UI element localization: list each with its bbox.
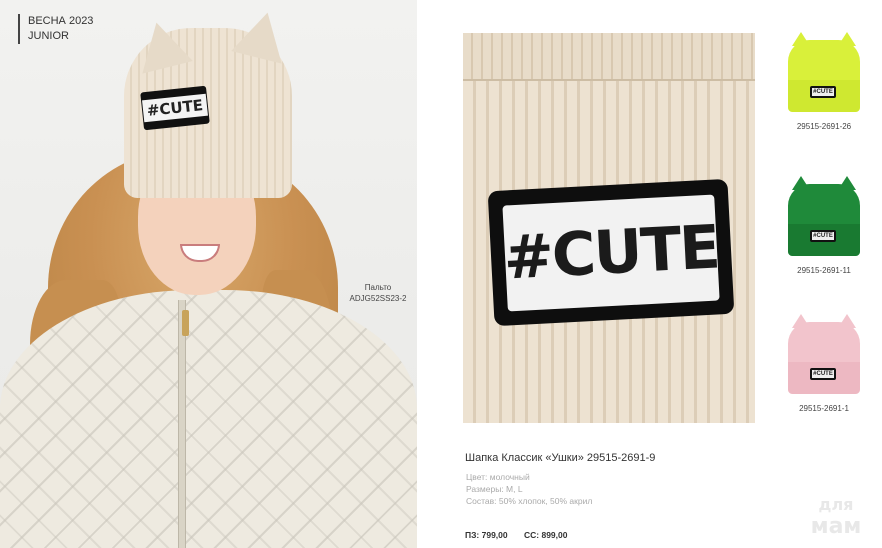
- watermark-logo: для мам: [796, 494, 876, 538]
- beanie-patch-text: #CUTE: [812, 370, 834, 378]
- hat-fold-band: [463, 33, 755, 81]
- beanie-ear-right: [838, 176, 856, 190]
- watermark-line2: мам: [810, 514, 862, 539]
- detail-patch-inner: #CUTE: [501, 194, 721, 311]
- variant-code: 29515-2691-1: [799, 404, 849, 413]
- zipper-pull: [182, 310, 189, 336]
- beanie-ear-left: [792, 32, 810, 46]
- detail-patch: #CUTE: [487, 178, 735, 327]
- variant-code: 29515-2691-26: [796, 122, 852, 131]
- beanie-ear-right: [838, 32, 856, 46]
- variant-pink[interactable]: #CUTE 29515-2691-1: [764, 314, 882, 413]
- beanie-patch: #CUTE: [810, 86, 836, 98]
- variant-lime[interactable]: #CUTE 29515-2691-26: [764, 32, 882, 131]
- watermark-line1: для: [818, 495, 854, 514]
- beanie-green-image: #CUTE: [788, 176, 860, 256]
- beanie-ear-right: [838, 314, 856, 328]
- season-label: ВЕСНА 2023 JUNIOR: [18, 14, 93, 44]
- coat-label: Пальто ADJG52SS23-2: [340, 282, 416, 304]
- price-ss: СС: 899,00: [524, 530, 568, 540]
- coat-label-line1: Пальто: [364, 283, 392, 292]
- product-color: Цвет: молочный: [466, 472, 530, 482]
- coat-label-line2: ADJG52SS23-2: [349, 294, 407, 303]
- jacket-quilting: [0, 290, 417, 548]
- price-pz: ПЗ: 799,00: [465, 530, 508, 540]
- beanie-patch-text: #CUTE: [812, 232, 834, 240]
- beanie-lime-image: #CUTE: [788, 32, 860, 112]
- hat-patch: #CUTE: [140, 85, 210, 131]
- beanie-patch: #CUTE: [810, 230, 836, 242]
- hat-patch-text: #CUTE: [141, 93, 209, 123]
- price-line: ПЗ: 799,00 СС: 899,00: [465, 530, 581, 540]
- beanie-pink-image: #CUTE: [788, 314, 860, 394]
- hat-detail-photo: #CUTE: [463, 33, 755, 423]
- variant-code: 29515-2691-11: [797, 266, 851, 275]
- detail-patch-text: #CUTE: [501, 211, 721, 294]
- beanie-ear-left: [792, 314, 810, 328]
- season-line2: JUNIOR: [28, 30, 69, 42]
- beanie-patch: #CUTE: [810, 368, 836, 380]
- beanie-patch-text: #CUTE: [812, 88, 834, 96]
- variant-green[interactable]: #CUTE 29515-2691-11: [764, 176, 882, 275]
- product-composition: Состав: 50% хлопок, 50% акрил: [466, 496, 593, 506]
- model-photo: #CUTE ВЕСНА 2023 JUNIOR Пальто ADJG52SS2…: [0, 0, 417, 548]
- jacket-zipper: [178, 300, 186, 548]
- season-line1: ВЕСНА 2023: [28, 15, 94, 27]
- product-title: Шапка Классик «Ушки» 29515-2691-9: [465, 452, 656, 464]
- product-sizes: Размеры: M, L: [466, 484, 523, 494]
- beanie-ear-left: [792, 176, 810, 190]
